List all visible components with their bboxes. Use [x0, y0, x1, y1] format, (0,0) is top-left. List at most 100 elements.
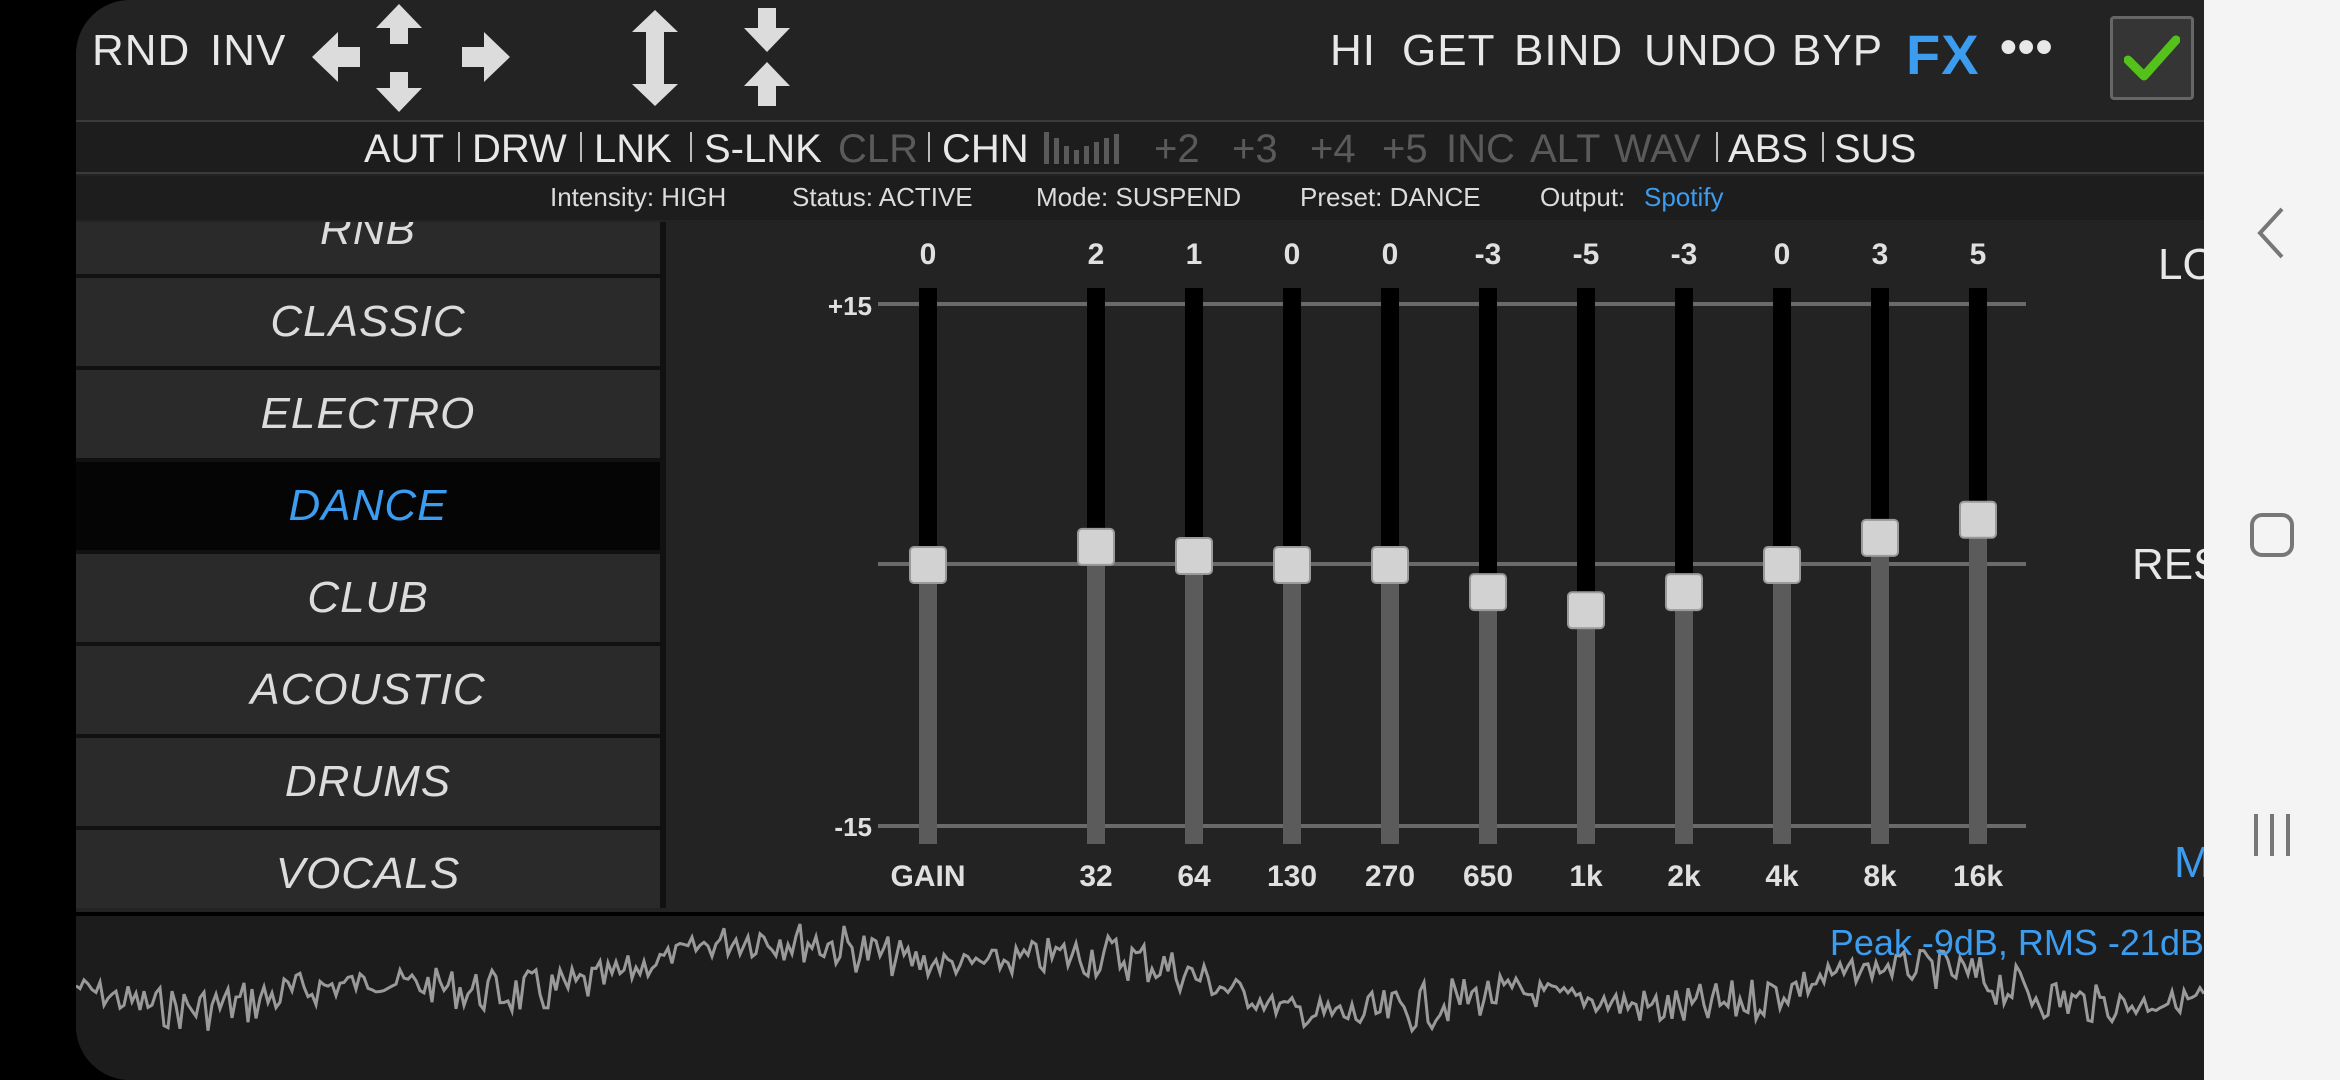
- slider-track-lower[interactable]: [1381, 565, 1399, 844]
- arrow-left-icon[interactable]: [312, 30, 362, 84]
- slider-track-lower[interactable]: [1773, 565, 1791, 844]
- arrow-right-icon[interactable]: [460, 30, 510, 84]
- preset-dance[interactable]: DANCE: [76, 462, 660, 550]
- expand-vertical-icon[interactable]: [632, 10, 678, 106]
- mode-plus2[interactable]: +2: [1154, 124, 1200, 174]
- mode-drw[interactable]: DRW: [472, 124, 567, 174]
- bind-button[interactable]: BIND: [1514, 26, 1623, 76]
- slider-handle[interactable]: [1665, 573, 1703, 612]
- slider-track-lower[interactable]: [1283, 565, 1301, 844]
- mode-plus5[interactable]: +5: [1382, 124, 1428, 174]
- band-value-label: 0: [1382, 238, 1399, 271]
- preset-rnb[interactable]: RNB: [76, 222, 660, 274]
- preset-list: RNB CLASSIC ELECTRO DANCE CLUB ACOUSTIC …: [76, 222, 660, 908]
- slider-handle[interactable]: [909, 546, 947, 584]
- slider-track-upper[interactable]: [1577, 288, 1595, 611]
- slider-handle[interactable]: [1959, 500, 1997, 539]
- lock-button[interactable]: LOCK: [2158, 240, 2204, 290]
- preset-electro[interactable]: ELECTRO: [76, 370, 660, 458]
- band-value-label: 0: [920, 238, 937, 271]
- band-value-label: -3: [1475, 238, 1502, 271]
- mode-aut[interactable]: AUT: [364, 124, 444, 174]
- preset-drums[interactable]: DRUMS: [76, 738, 660, 826]
- mode-abs[interactable]: ABS: [1728, 124, 1808, 174]
- eq-band-64[interactable]: 1 64: [1175, 238, 1213, 893]
- slider-track-upper[interactable]: [1283, 288, 1301, 565]
- preset-club[interactable]: CLUB: [76, 554, 660, 642]
- slider-track-lower[interactable]: [1969, 519, 1987, 844]
- compress-vertical-icon[interactable]: [744, 8, 790, 106]
- slider-track-upper[interactable]: [1675, 288, 1693, 593]
- inv-button[interactable]: INV: [210, 26, 286, 76]
- slider-handle[interactable]: [1273, 546, 1311, 584]
- slider-handle[interactable]: [1371, 546, 1409, 584]
- slider-handle[interactable]: [1567, 591, 1605, 630]
- confirm-button[interactable]: [2110, 16, 2194, 100]
- recents-icon[interactable]: [2204, 790, 2340, 880]
- slider-track-lower[interactable]: [1871, 537, 1889, 844]
- mode-wav[interactable]: WAV: [1614, 124, 1701, 174]
- undo-button[interactable]: UNDO: [1644, 26, 1778, 76]
- mode-separator: [458, 132, 460, 162]
- slider-handle[interactable]: [1763, 546, 1801, 584]
- mode-alt[interactable]: ALT: [1530, 124, 1600, 174]
- slider-handle[interactable]: [1175, 536, 1213, 575]
- preset-info: Preset: DANCE: [1300, 182, 1481, 212]
- chain-level-icon: [1044, 132, 1119, 164]
- eq-band-4k[interactable]: 0 4k: [1763, 238, 1801, 893]
- band-frequency-label: 130: [1267, 860, 1317, 893]
- slider-track-upper[interactable]: [1479, 288, 1497, 593]
- preset-acoustic[interactable]: ACOUSTIC: [76, 646, 660, 734]
- mode-toolbar: AUT DRW LNK S-LNK CLR CHN +2 +3 +4 +5 IN…: [76, 120, 2204, 174]
- reset-button[interactable]: RESET: [2132, 540, 2204, 590]
- eq-band-32[interactable]: 2 32: [1077, 238, 1115, 893]
- slider-track-lower[interactable]: [1577, 610, 1595, 844]
- more-options-icon[interactable]: •••: [2000, 20, 2053, 75]
- mode-clr[interactable]: CLR: [838, 124, 918, 174]
- mode-lnk[interactable]: LNK: [594, 124, 672, 174]
- slider-track-upper[interactable]: [1381, 288, 1399, 565]
- slider-track-lower[interactable]: [1087, 546, 1105, 844]
- slider-handle[interactable]: [1469, 573, 1507, 612]
- slider-handle[interactable]: [1077, 527, 1115, 566]
- status-info-row: Intensity: HIGH Status: ACTIVE Mode: SUS…: [76, 176, 2204, 220]
- preset-classic[interactable]: CLASSIC: [76, 278, 660, 366]
- mode-separator: [928, 132, 930, 162]
- status-info: Status: ACTIVE: [792, 182, 973, 212]
- slider-track-lower[interactable]: [1479, 592, 1497, 844]
- eq-band-130[interactable]: 0 130: [1267, 238, 1317, 893]
- mode-s-lnk[interactable]: S-LNK: [704, 124, 822, 174]
- hi-button[interactable]: HI: [1330, 26, 1376, 76]
- back-icon[interactable]: [2204, 188, 2340, 278]
- fx-button[interactable]: FX: [1906, 22, 1980, 87]
- output-info-value[interactable]: Spotify: [1644, 182, 1724, 213]
- preset-vocals[interactable]: VOCALS: [76, 830, 660, 908]
- output-info-label: Output:: [1540, 182, 1626, 212]
- slider-track-upper[interactable]: [1969, 288, 1987, 520]
- mode-plus3[interactable]: +3: [1232, 124, 1278, 174]
- band-value-label: 2: [1088, 238, 1105, 271]
- slider-track-upper[interactable]: [919, 288, 937, 565]
- slider-track-upper[interactable]: [1871, 288, 1889, 538]
- home-icon[interactable]: [2204, 490, 2340, 580]
- mode-separator: [1822, 132, 1824, 162]
- slider-track-lower[interactable]: [919, 565, 937, 844]
- band-value-label: -5: [1573, 238, 1600, 271]
- mode-sus[interactable]: SUS: [1834, 124, 1916, 174]
- slider-track-lower[interactable]: [1675, 592, 1693, 844]
- byp-button[interactable]: BYP: [1792, 26, 1883, 76]
- rnd-button[interactable]: RND: [92, 26, 190, 76]
- arrows-up-down-icon[interactable]: [374, 4, 424, 112]
- get-button[interactable]: GET: [1402, 26, 1495, 76]
- mtr-button[interactable]: MTR: [2174, 838, 2204, 888]
- mode-chn[interactable]: CHN: [942, 124, 1029, 174]
- slider-handle[interactable]: [1861, 518, 1899, 557]
- slider-track-upper[interactable]: [1087, 288, 1105, 547]
- slider-track-upper[interactable]: [1773, 288, 1791, 565]
- slider-track-lower[interactable]: [1185, 555, 1203, 844]
- mode-plus4[interactable]: +4: [1310, 124, 1356, 174]
- mode-inc[interactable]: INC: [1446, 124, 1515, 174]
- band-value-label: 1: [1186, 238, 1203, 271]
- slider-track-upper[interactable]: [1185, 288, 1203, 556]
- eq-band-270[interactable]: 0 270: [1365, 238, 1415, 893]
